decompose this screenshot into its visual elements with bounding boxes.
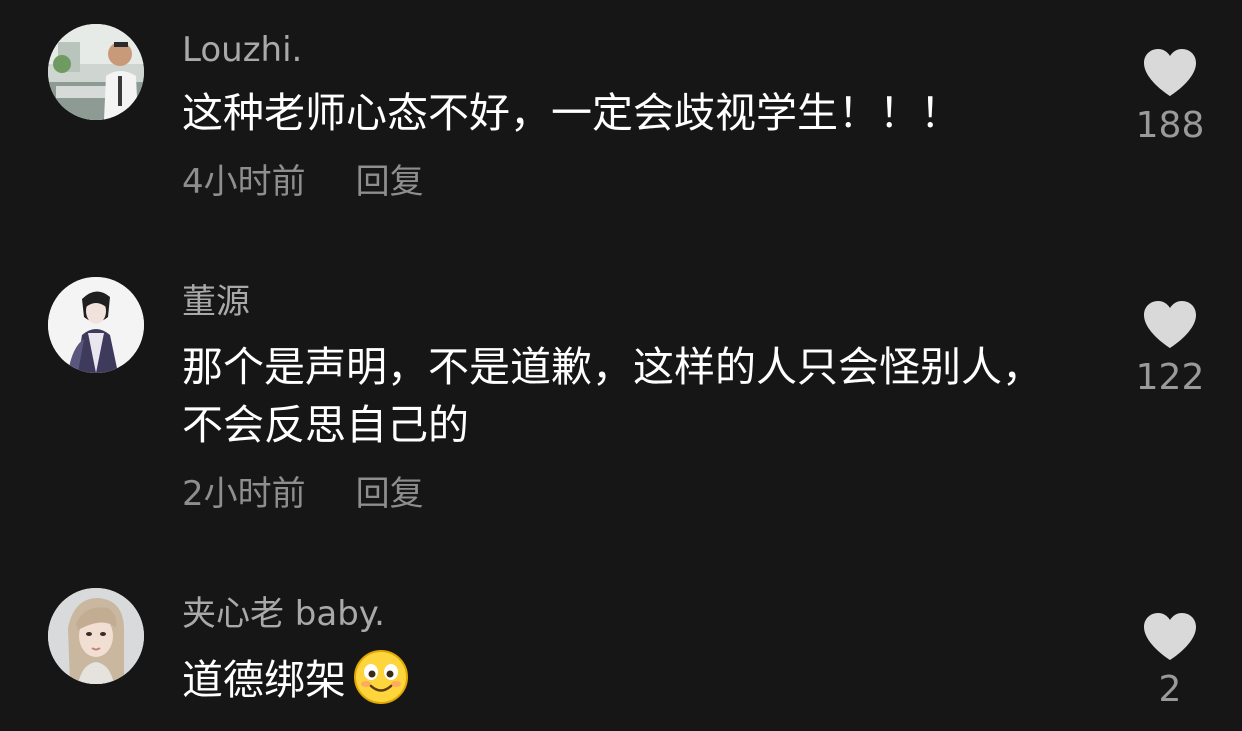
comment-author[interactable]: Louzhi.: [182, 30, 302, 70]
comment-list: Louzhi. 这种老师心态不好，一定会歧视学生！！！ 4小时前 回复 188 董: [0, 0, 1242, 731]
comment-meta: 4小时前 回复: [182, 162, 424, 202]
like-count: 122: [1135, 357, 1205, 398]
reply-button[interactable]: 回复: [356, 474, 424, 514]
like-button[interactable]: 2: [1120, 612, 1220, 712]
smiling-face-emoji: [352, 648, 410, 721]
like-button[interactable]: 188: [1120, 48, 1220, 148]
heart-icon: [1144, 301, 1196, 348]
avatar[interactable]: [48, 588, 144, 684]
comment-time: 2小时前: [182, 474, 306, 514]
comment-author[interactable]: 董源: [182, 282, 250, 322]
comment-text-content: 道德绑架: [182, 656, 346, 704]
like-count: 188: [1135, 105, 1205, 146]
comment-time: 4小时前: [182, 162, 306, 202]
comment-text: 道德绑架: [182, 648, 1062, 721]
like-count: 2: [1158, 669, 1182, 710]
comment-text: 这种老师心态不好，一定会歧视学生！！！: [182, 89, 961, 137]
heart-icon: [1144, 49, 1196, 96]
comment-meta: 2小时前 回复: [182, 474, 424, 514]
avatar[interactable]: [48, 277, 144, 373]
reply-button[interactable]: 回复: [356, 162, 424, 202]
avatar[interactable]: [48, 24, 144, 120]
heart-icon: [1144, 613, 1196, 660]
like-button[interactable]: 122: [1120, 300, 1220, 400]
comment-author[interactable]: 夹心老 baby.: [182, 594, 385, 634]
comment-text: 那个是声明，不是道歉，这样的人只会怪别人，不会反思自己的: [182, 343, 1043, 449]
